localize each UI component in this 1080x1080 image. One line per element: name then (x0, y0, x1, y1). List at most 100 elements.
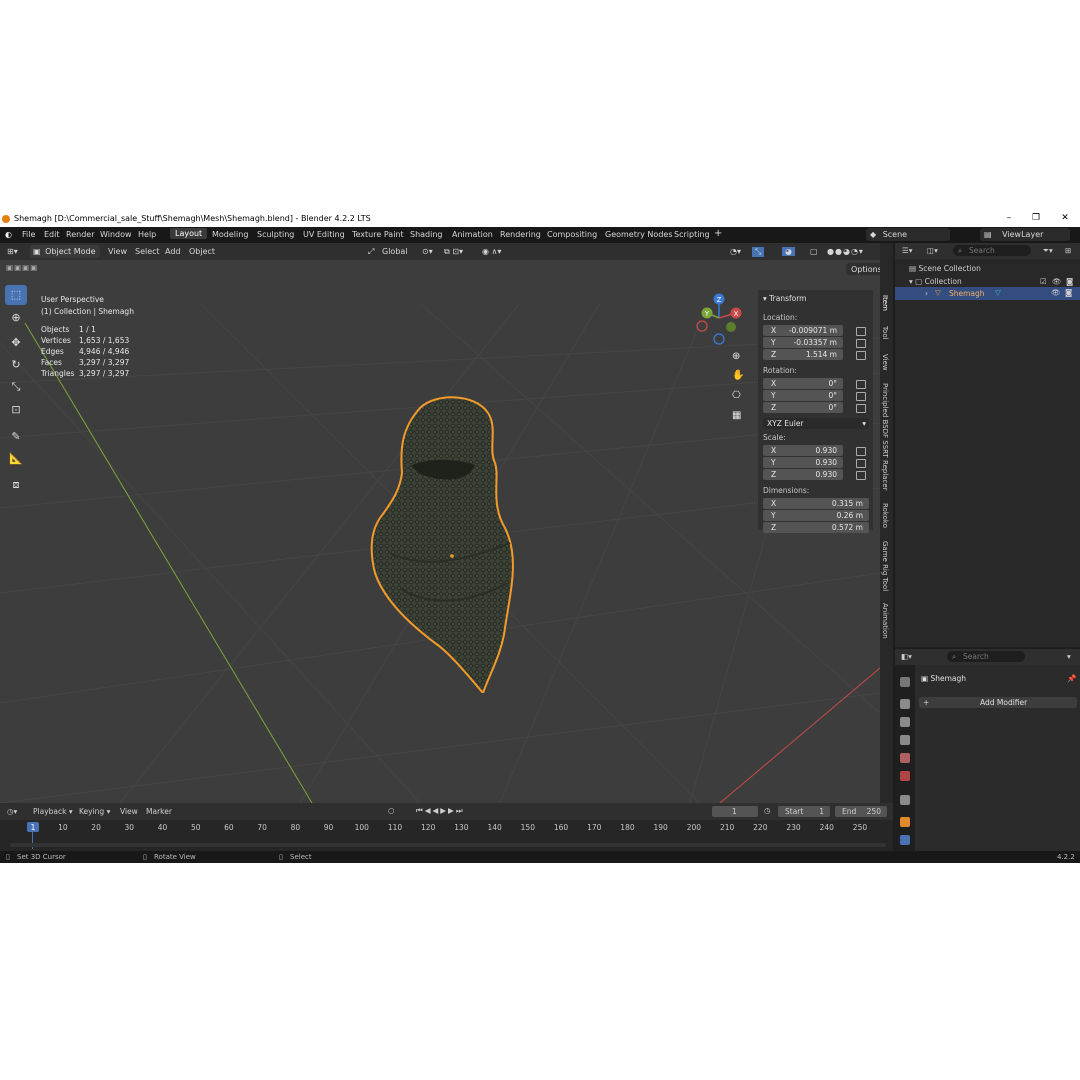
rotation-y-field[interactable]: Y 0° (763, 390, 843, 401)
menu-window[interactable]: Window (100, 230, 132, 239)
rotation-x-field[interactable]: X 0° (763, 378, 843, 389)
sidebar-tab-item[interactable]: Item (881, 295, 889, 311)
view-layer-tab-icon[interactable] (900, 735, 910, 745)
eye-icon[interactable]: 👁 (1052, 277, 1062, 286)
snap-icon[interactable]: ⧉ ⊡▾ (444, 247, 463, 257)
timeline-menu-keying[interactable]: Keying ▾ (79, 807, 110, 816)
overlay-toggle-icon[interactable]: ◕ (782, 247, 795, 256)
tab-scripting[interactable]: Scripting (674, 230, 710, 239)
current-frame-field[interactable]: 1 (712, 806, 758, 817)
camera-icon[interactable]: ◙ (1066, 277, 1073, 286)
properties-editor-icon[interactable]: ◧▾ (901, 652, 912, 661)
auto-keying-icon[interactable]: ○ (388, 806, 395, 815)
clock-icon[interactable]: ◷▾ (7, 807, 17, 816)
tab-uv-editing[interactable]: UV Editing (303, 230, 345, 239)
tab-shading[interactable]: Shading (410, 230, 443, 239)
transform-tool[interactable]: ⊡ (5, 400, 27, 420)
viewport-menu-add[interactable]: Add (165, 247, 181, 256)
scene-collection-row[interactable]: ▤ Scene Collection (909, 264, 981, 273)
annotate-tool[interactable]: ✎ (5, 427, 27, 447)
pivot-icon[interactable]: ⊙▾ (422, 247, 433, 256)
viewport-menu-select[interactable]: Select (135, 247, 160, 256)
select-mode-icons[interactable]: ▣▣▣▣ (6, 263, 38, 272)
end-frame-field[interactable]: End 250 (835, 806, 887, 817)
lock-icon[interactable] (856, 471, 866, 480)
lock-icon[interactable] (856, 380, 866, 389)
transform-header[interactable]: ▾ Transform (763, 294, 806, 303)
location-x-field[interactable]: X -0.009071 m (763, 325, 843, 336)
display-mode-icon[interactable]: ◫▾ (927, 246, 938, 255)
shading-modes-icon[interactable]: ●●◕◔▾ (827, 247, 864, 256)
pin-icon[interactable]: 📌 (1067, 674, 1076, 683)
sidebar-tab-ssrt-replacer[interactable]: Principled BSDF SSRT Replacer (881, 383, 889, 491)
move-tool[interactable]: ✥ (5, 333, 27, 353)
world-tab-icon[interactable] (900, 771, 910, 781)
tab-texture-paint[interactable]: Texture Paint (352, 230, 404, 239)
ortho-grid-icon[interactable]: ▦ (732, 410, 741, 421)
output-tab-icon[interactable] (900, 717, 910, 727)
minimize-icon[interactable]: – (1002, 213, 1016, 225)
select-box-tool[interactable]: ⬚ (5, 285, 27, 305)
measure-tool[interactable]: 📐 (5, 449, 27, 469)
modifiers-tab-icon[interactable] (900, 835, 910, 845)
render-tab-icon[interactable] (900, 699, 910, 709)
properties-search-input[interactable]: ⌕ Search (947, 651, 1025, 662)
orientation-selector[interactable]: Global (382, 247, 408, 256)
editor-type-icon[interactable]: ⊞▾ (7, 247, 18, 256)
eye-icon[interactable]: 👁 (1051, 288, 1061, 297)
camera-icon[interactable]: ◙ (1065, 288, 1072, 297)
lock-icon[interactable] (856, 327, 866, 336)
rotation-mode-dropdown[interactable]: XYZ Euler ▾ (763, 418, 869, 429)
scene-selector[interactable]: ◆ Scene (866, 228, 950, 241)
scale-y-field[interactable]: Y 0.930 (763, 457, 843, 468)
collection-tab-icon[interactable] (900, 795, 910, 805)
scale-z-field[interactable]: Z 0.930 (763, 469, 843, 480)
preview-range-icon[interactable]: ◷ (764, 806, 771, 815)
menu-render[interactable]: Render (66, 230, 94, 239)
outliner-editor-icon[interactable]: ☰▾ (902, 246, 913, 255)
tab-sculpting[interactable]: Sculpting (257, 230, 294, 239)
xray-icon[interactable]: ▢ (810, 247, 818, 256)
tab-layout[interactable]: Layout (170, 228, 208, 239)
checkbox-icon[interactable]: ☑ (1040, 277, 1047, 286)
camera-view-icon[interactable]: ⎔ (732, 390, 741, 401)
lock-icon[interactable] (856, 459, 866, 468)
cursor-tool[interactable]: ⊕ (5, 308, 27, 328)
navigation-gizmo[interactable]: Z X Y (692, 291, 747, 346)
object-row-shemagh[interactable]: › ▽ Shemagh ▽ 👁 ◙ (895, 287, 1080, 300)
tab-modeling[interactable]: Modeling (212, 230, 248, 239)
zoom-icon[interactable]: ⊕ (732, 351, 740, 362)
lock-icon[interactable] (856, 404, 866, 413)
blender-menu-icon[interactable]: ◐ (5, 230, 12, 239)
tab-animation[interactable]: Animation (452, 230, 493, 239)
timeline-menu-marker[interactable]: Marker (146, 807, 172, 816)
scale-tool[interactable]: ⤡ (5, 377, 27, 397)
lock-icon[interactable] (856, 339, 866, 348)
maximize-icon[interactable]: ❐ (1029, 213, 1043, 225)
close-icon[interactable]: ✕ (1058, 213, 1072, 225)
dimension-x-field[interactable]: X 0.315 m (763, 498, 869, 509)
start-frame-field[interactable]: Start 1 (778, 806, 830, 817)
dropdown-chevron-icon[interactable]: ▾ (1067, 652, 1071, 661)
menu-help[interactable]: Help (138, 230, 156, 239)
add-cube-tool[interactable]: ⧈ (5, 475, 27, 495)
timeline-menu-playback[interactable]: Playback ▾ (33, 807, 73, 816)
viewport-menu-view[interactable]: View (108, 247, 127, 256)
pan-hand-icon[interactable]: ✋ (732, 370, 744, 381)
tab-compositing[interactable]: Compositing (547, 230, 597, 239)
tab-geometry-nodes[interactable]: Geometry Nodes (605, 230, 672, 239)
object-tab-icon[interactable] (900, 817, 910, 827)
timeline-scrollbar[interactable] (10, 843, 886, 847)
new-collection-icon[interactable]: ⊞ (1065, 246, 1071, 255)
tab-rendering[interactable]: Rendering (500, 230, 541, 239)
menu-file[interactable]: File (22, 230, 35, 239)
sidebar-tab-animation[interactable]: Animation (881, 603, 889, 639)
viewport-menu-object[interactable]: Object (189, 247, 215, 256)
dimension-y-field[interactable]: Y 0.26 m (763, 510, 869, 521)
sidebar-tab-tool[interactable]: Tool (881, 326, 889, 340)
lock-icon[interactable] (856, 351, 866, 360)
location-z-field[interactable]: Z 1.514 m (763, 349, 843, 360)
menu-edit[interactable]: Edit (44, 230, 60, 239)
3d-viewport[interactable]: ⊞▾ ▣ Object Mode View Select Add Object … (0, 243, 880, 803)
lock-icon[interactable] (856, 447, 866, 456)
